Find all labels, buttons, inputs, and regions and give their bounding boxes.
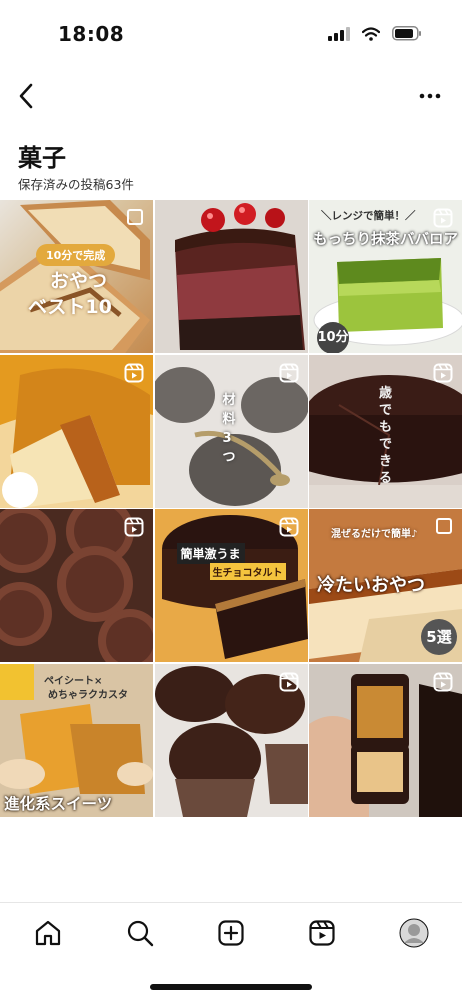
saved-posts-grid: 10分で完成 おやつ ベスト10 ＼レンジで簡単！／ もっちり抹茶ババロア 10… [0,200,462,817]
status-time: 18:08 [58,22,125,46]
tab-search[interactable] [124,917,156,949]
post-caption: 材料3つ [222,392,236,465]
profile-avatar [399,918,429,948]
reel-icon [433,208,453,228]
post-caption: おやつ [50,270,108,292]
post-caption: 歳でもできる [379,385,393,486]
top-nav [0,78,462,118]
post-tile[interactable] [0,354,153,508]
create-icon [218,920,244,946]
post-time-badge: 10分 [317,322,349,353]
more-horizontal-icon [419,93,441,99]
post-tile[interactable] [154,663,308,817]
reel-icon [279,363,298,382]
post-tile[interactable]: 歳でもできる [309,354,462,508]
post-caption: 簡単激うま [176,543,245,564]
tab-home[interactable] [32,917,64,949]
post-tile[interactable] [0,509,153,662]
status-bar: 18:08 [0,0,462,70]
post-tile[interactable]: 簡単激うま 生チョコタルト [154,509,308,662]
search-icon [127,920,154,947]
signal-icon [328,26,350,41]
reel-icon [433,363,453,382]
home-icon [35,920,61,946]
reel-icon [279,517,298,537]
tab-reels[interactable] [306,917,338,949]
reel-icon [433,672,453,691]
tab-create[interactable] [215,917,247,949]
post-tile[interactable]: ＼レンジで簡単！／ もっちり抹茶ババロア 10分 [309,200,462,353]
post-caption: 混ぜるだけで簡単♪ [331,529,418,540]
post-caption: めちゃラクカスタ [48,689,128,701]
post-tile[interactable]: 混ぜるだけで簡単♪ 冷たいおやつ 5選 [309,509,462,662]
reel-icon [279,672,298,691]
post-tile[interactable]: 材料3つ [154,354,308,508]
post-caption: ベスト10 [28,296,112,318]
post-caption: 冷たいおやつ [317,575,425,596]
post-caption: 生チョコタルト [209,563,286,580]
back-button[interactable] [8,78,44,114]
wifi-icon [362,26,380,41]
post-tile[interactable]: ペイシート× めちゃラクカスタ 進化系スイーツ [0,663,153,817]
chevron-left-icon [19,83,33,109]
reel-icon [124,363,144,382]
post-count-badge: 5選 [421,619,457,655]
post-caption: ペイシート× [44,675,103,687]
post-caption: もっちり抹茶ババロア [313,232,458,248]
square-outline-icon [436,518,452,534]
post-tile[interactable] [154,200,308,353]
reels-icon [309,920,335,946]
home-indicator [150,984,312,990]
battery-icon [392,26,421,41]
more-options-button[interactable] [412,78,448,114]
post-image-cherry-cake [174,203,305,350]
square-outline-icon [127,209,143,225]
collection-title: 菓子 [18,144,66,172]
status-icons [328,26,422,41]
post-caption: ＼レンジで簡単！／ [321,210,416,222]
post-tile[interactable] [309,663,462,817]
tab-profile[interactable] [398,917,430,949]
post-caption-pill: 10分で完成 [36,244,116,266]
post-tile[interactable]: 10分で完成 おやつ ベスト10 [0,200,153,353]
reel-icon [124,517,144,537]
saved-post-count: 保存済みの投稿63件 [18,177,134,192]
post-caption: 進化系スイーツ [4,794,113,813]
bottom-tab-bar [0,902,462,962]
